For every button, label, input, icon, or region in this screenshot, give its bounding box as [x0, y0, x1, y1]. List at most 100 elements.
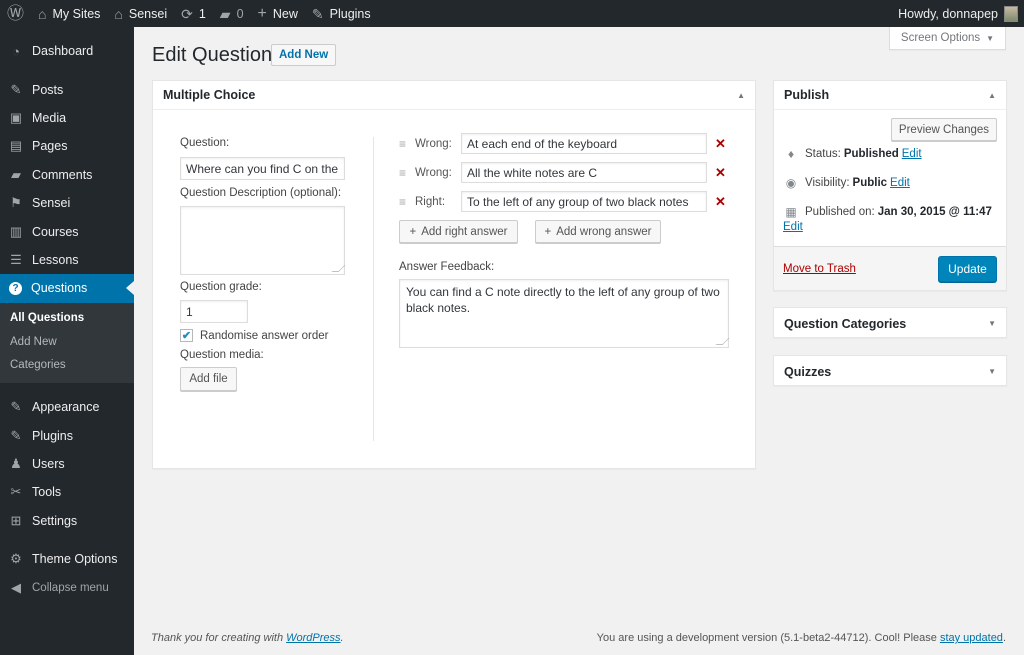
help-icon: ? — [9, 281, 22, 295]
answer-input[interactable]: All the white notes are C — [461, 162, 707, 183]
answer-input[interactable]: To the left of any group of two black no… — [461, 191, 707, 212]
comments-count: 0 — [236, 6, 244, 21]
sidebar-item-pages[interactable]: ▤ Pages — [0, 132, 134, 160]
randomise-checkbox[interactable]: ✔ — [180, 329, 193, 342]
expand-toggle-icon[interactable]: ▼ — [988, 319, 996, 328]
new-content-menu[interactable]: + New — [251, 0, 305, 27]
sidebar-item-plugins[interactable]: ✎ Plugins — [0, 421, 134, 449]
list-icon: ☰ — [10, 251, 22, 267]
avatar — [1004, 5, 1018, 22]
pin-icon: ✎ — [10, 81, 22, 97]
collapse-toggle-icon[interactable]: ▲ — [988, 91, 996, 100]
box-title: Question Categories — [784, 316, 907, 331]
quizzes-box: Quizzes ▼ — [773, 355, 1007, 386]
sidebar-item-appearance[interactable]: ✎ Appearance — [0, 393, 134, 421]
collapse-menu-button[interactable]: ◀ Collapse menu — [0, 573, 134, 601]
site-name-menu[interactable]: ⌂ Sensei — [107, 0, 174, 27]
sidebar-item-sensei[interactable]: ⚑ Sensei — [0, 189, 134, 217]
edit-visibility-link[interactable]: Edit — [890, 177, 910, 189]
wordpress-logo-menu[interactable]: Ⓦ — [0, 0, 31, 27]
account-menu[interactable]: Howdy, donnapep — [898, 5, 1024, 22]
settings-icon: ⊞ — [10, 512, 22, 528]
plugins-label: Plugins — [329, 6, 371, 21]
comments-menu[interactable]: ▰ 0 — [213, 0, 251, 27]
grade-input[interactable]: 1 — [180, 300, 248, 323]
drag-handle-icon[interactable]: ≡ — [399, 166, 411, 180]
quizzes-header[interactable]: Quizzes ▼ — [774, 356, 1006, 387]
graduation-cap-icon: ⚑ — [10, 195, 22, 211]
submenu-add-new[interactable]: Add New — [0, 330, 134, 354]
sidebar-item-label: Theme Options — [32, 552, 118, 567]
updates-icon: ⟳ — [181, 5, 193, 22]
admin-sidebar: ◔ Dashboard ✎ Posts ▣ Media ▤ Pages ▰ Comment… — [0, 27, 134, 655]
status-label: Status: — [805, 148, 841, 160]
sidebar-item-theme-options[interactable]: ⚙ Theme Options — [0, 545, 134, 573]
add-wrong-label: Add wrong answer — [556, 225, 652, 238]
description-label: Question Description (optional): — [180, 187, 342, 199]
add-file-button[interactable]: Add file — [180, 367, 237, 391]
sidebar-item-comments[interactable]: ▰ Comments — [0, 161, 134, 189]
updates-menu[interactable]: ⟳ 1 — [174, 0, 213, 27]
collapse-toggle-icon[interactable]: ▲ — [737, 91, 745, 100]
delete-answer-icon[interactable]: ✕ — [715, 165, 726, 181]
plus-icon: + — [544, 225, 552, 238]
media-icon: ▣ — [9, 109, 23, 125]
move-to-trash-link[interactable]: Move to Trash — [783, 263, 856, 275]
sidebar-item-questions[interactable]: ? Questions — [0, 274, 134, 303]
my-sites-label: My Sites — [52, 6, 101, 21]
caret-down-icon: ▼ — [986, 33, 995, 43]
question-categories-header[interactable]: Question Categories ▼ — [774, 308, 1006, 339]
sidebar-item-users[interactable]: ♟ Users — [0, 450, 134, 478]
pin-icon: ♦ — [787, 147, 795, 161]
answer-row: ≡ Wrong: All the white notes are C ✕ — [399, 162, 739, 183]
randomise-row: ✔ Randomise answer order — [180, 329, 350, 342]
edit-status-link[interactable]: Edit — [902, 148, 922, 160]
feedback-textarea[interactable]: You can find a C note directly to the le… — [399, 279, 729, 348]
submenu-categories[interactable]: Categories — [0, 354, 134, 378]
wordpress-link[interactable]: WordPress — [286, 632, 340, 644]
multiple-choice-header[interactable]: Multiple Choice ▲ — [153, 81, 755, 110]
add-answer-buttons: + Add right answer + Add wrong answer — [399, 220, 739, 243]
sidebar-item-tools[interactable]: ✂ Tools — [0, 478, 134, 506]
visibility-value: Public — [852, 177, 888, 189]
sidebar-item-posts[interactable]: ✎ Posts — [0, 75, 134, 103]
sidebar-item-media[interactable]: ▣ Media — [0, 104, 134, 132]
paintbrush-icon: ✎ — [10, 399, 22, 415]
questions-submenu: All Questions Add New Categories — [0, 302, 134, 384]
add-right-answer-button[interactable]: + Add right answer — [399, 220, 518, 243]
preview-changes-button[interactable]: Preview Changes — [891, 118, 997, 141]
sidebar-item-settings[interactable]: ⊞ Settings — [0, 507, 134, 535]
question-categories-box: Question Categories ▼ — [773, 307, 1007, 338]
submenu-all-questions[interactable]: All Questions — [0, 307, 134, 331]
my-sites-menu[interactable]: ⌂ My Sites — [31, 0, 107, 27]
collapse-icon: ◀ — [11, 579, 21, 595]
user-icon: ♟ — [10, 455, 22, 471]
sidebar-item-dashboard[interactable]: ◔ Dashboard — [0, 37, 134, 65]
drag-handle-icon[interactable]: ≡ — [399, 137, 411, 151]
sidebar-item-lessons[interactable]: ☰ Lessons — [0, 246, 134, 274]
published-value: Jan 30, 2015 @ 11:47 — [877, 206, 992, 218]
answer-input[interactable]: At each end of the keyboard — [461, 133, 707, 154]
publish-header[interactable]: Publish ▲ — [774, 81, 1006, 110]
screen-options-label: Screen Options — [900, 32, 981, 44]
drag-handle-icon[interactable]: ≡ — [399, 195, 411, 209]
update-button[interactable]: Update — [938, 255, 997, 282]
description-textarea[interactable] — [180, 206, 345, 275]
visibility-row: ◉ Visibility: Public Edit — [774, 161, 1006, 190]
add-new-button[interactable]: Add New — [271, 44, 337, 66]
comment-icon: ▰ — [219, 5, 231, 22]
screen-options-button[interactable]: Screen Options ▼ — [889, 27, 1006, 50]
stay-updated-link[interactable]: stay updated — [940, 632, 1003, 644]
sidebar-item-courses[interactable]: ▥ Courses — [0, 217, 134, 245]
eye-icon: ◉ — [785, 176, 797, 190]
edit-date-link[interactable]: Edit — [783, 221, 803, 233]
add-wrong-answer-button[interactable]: + Add wrong answer — [535, 220, 661, 243]
plugins-menu[interactable]: ✎ Plugins — [305, 0, 378, 27]
delete-answer-icon[interactable]: ✕ — [715, 136, 726, 152]
sidebar-item-label: Appearance — [32, 400, 100, 415]
plugin-icon: ✎ — [311, 5, 324, 22]
question-input[interactable]: Where can you find C on the — [180, 157, 345, 180]
delete-answer-icon[interactable]: ✕ — [715, 194, 726, 210]
expand-toggle-icon[interactable]: ▼ — [988, 367, 996, 376]
question-fields: Question: Where can you find C on the Qu… — [180, 137, 350, 391]
